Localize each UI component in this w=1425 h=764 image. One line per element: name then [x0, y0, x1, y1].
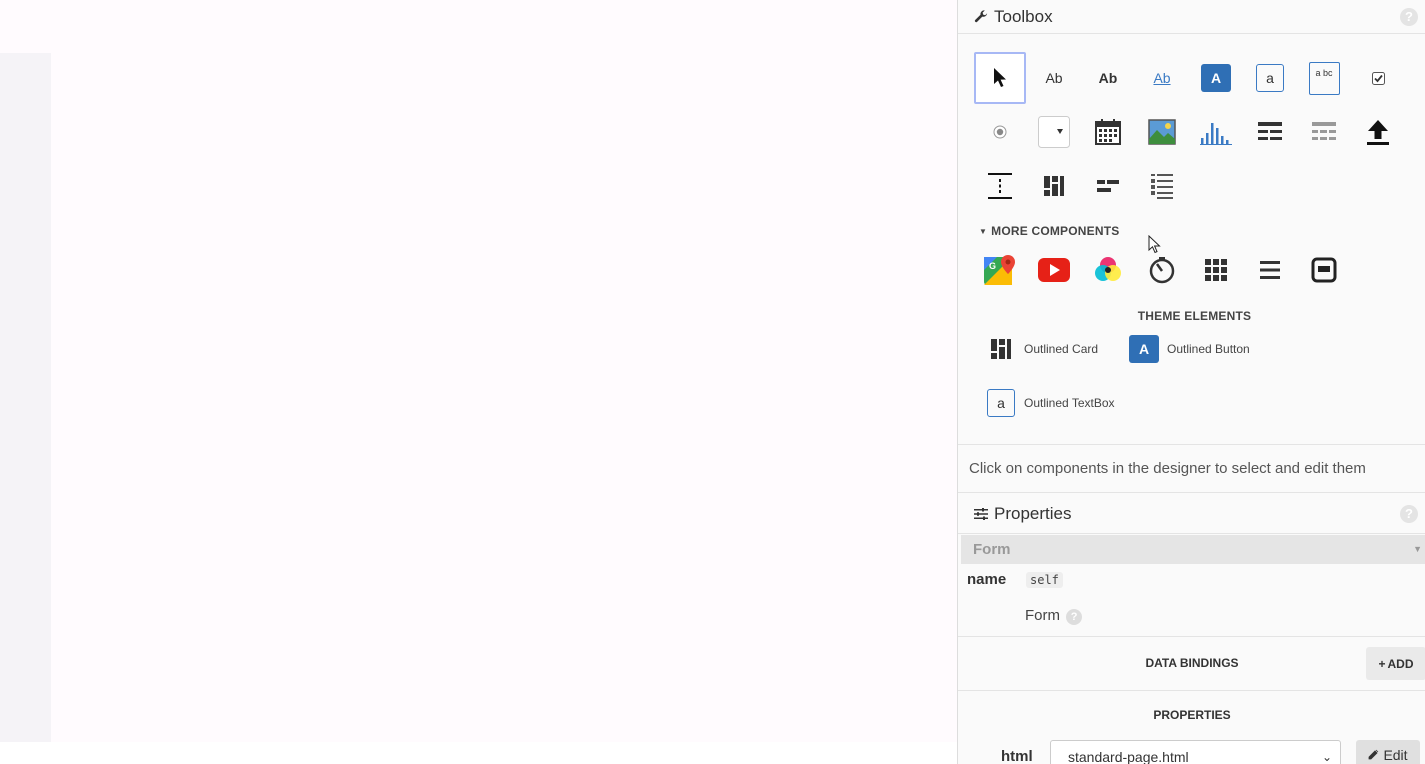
theme-outlined-textbox[interactable]: a Outlined TextBox: [986, 388, 1115, 418]
data-grid-tool-icon[interactable]: [1244, 106, 1296, 158]
toolbox-title: Toolbox: [994, 6, 1053, 26]
more-components-toggle[interactable]: ▼ MORE COMPONENTS: [979, 224, 1119, 238]
theme-outlined-button[interactable]: A Outlined Button: [1129, 334, 1250, 364]
divider: [958, 636, 1425, 637]
canvas-gutter: [0, 53, 51, 742]
textarea-tool-icon[interactable]: a bc: [1298, 52, 1350, 104]
button-tool-icon[interactable]: A: [1190, 52, 1242, 104]
grid-panel-icon[interactable]: [1190, 244, 1242, 296]
properties-help-icon[interactable]: ?: [1400, 504, 1418, 523]
chevron-down-icon: ⌄: [1321, 750, 1332, 764]
pencil-icon: [1368, 747, 1379, 763]
outlined-card-icon: [986, 334, 1016, 364]
properties-header: Properties ?: [958, 494, 1425, 534]
plus-icon: +: [1378, 656, 1386, 671]
divider: [958, 690, 1425, 691]
color-picker-icon[interactable]: [1082, 244, 1134, 296]
html-label: html: [1001, 748, 1033, 764]
data-bindings-label: DATA BINDINGS: [1145, 656, 1239, 670]
component-type: Form ?: [1025, 607, 1083, 625]
column-panel-icon[interactable]: [1244, 244, 1296, 296]
link-tool-icon[interactable]: Ab: [1136, 52, 1188, 104]
mouse-cursor-icon: [1148, 234, 1162, 255]
label-tool-icon[interactable]: Ab: [1028, 52, 1080, 104]
name-label: name: [967, 571, 1007, 588]
canvas-bottom-strip: [0, 742, 957, 764]
repeating-panel-tool-icon[interactable]: [1136, 160, 1188, 212]
component-selector[interactable]: Form ▼: [961, 535, 1425, 564]
sliders-icon: [974, 507, 988, 520]
checkbox-tool-icon[interactable]: [1352, 52, 1404, 104]
spacer-tool-icon[interactable]: [974, 160, 1026, 212]
chevron-down-icon: ▼: [1413, 544, 1422, 554]
right-panel: Toolbox ? Ab Ab Ab A a a bc ▼ MORE COMPO…: [957, 0, 1425, 764]
toolbox-hint: Click on components in the designer to s…: [958, 444, 1425, 493]
toolbox-help-icon[interactable]: ?: [1400, 7, 1418, 26]
html-select[interactable]: standard-page.html ⌄: [1050, 740, 1341, 764]
design-canvas[interactable]: [0, 0, 957, 764]
image-tool-icon[interactable]: [1136, 106, 1188, 158]
svg-text:G: G: [989, 261, 996, 271]
plot-tool-icon[interactable]: [1190, 106, 1242, 158]
wrench-icon: [974, 9, 988, 24]
dropdown-tool-icon[interactable]: [1028, 106, 1080, 158]
add-binding-button[interactable]: + ADD: [1366, 647, 1425, 680]
outlined-textbox-icon: a: [986, 388, 1016, 418]
bold-label-tool-icon[interactable]: Ab: [1082, 52, 1134, 104]
theme-elements-label: THEME ELEMENTS: [1137, 309, 1252, 323]
youtube-icon[interactable]: [1028, 244, 1080, 296]
theme-outlined-card[interactable]: Outlined Card: [986, 334, 1098, 364]
google-map-icon[interactable]: G: [974, 244, 1026, 296]
data-grid-2-tool-icon[interactable]: [1298, 106, 1350, 158]
outlined-button-icon: A: [1129, 334, 1159, 364]
linear-panel-icon[interactable]: [1298, 244, 1350, 296]
flow-panel-tool-icon[interactable]: [1082, 160, 1134, 212]
card-tool-icon[interactable]: [1028, 160, 1080, 212]
properties-section-label: PROPERTIES: [1153, 708, 1231, 722]
type-help-icon[interactable]: ?: [1066, 609, 1083, 625]
caret-down-icon: ▼: [979, 227, 988, 236]
textbox-tool-icon[interactable]: a: [1244, 52, 1296, 104]
edit-html-button[interactable]: Edit: [1356, 740, 1420, 764]
properties-title: Properties: [994, 503, 1072, 523]
name-value[interactable]: self: [1026, 571, 1063, 588]
pointer-tool-icon[interactable]: [974, 52, 1026, 104]
radio-tool-icon[interactable]: [974, 106, 1026, 158]
file-loader-tool-icon[interactable]: [1352, 106, 1404, 158]
toolbox-header: Toolbox ?: [958, 0, 1425, 34]
datepicker-tool-icon[interactable]: [1082, 106, 1134, 158]
timer-icon[interactable]: [1136, 244, 1188, 296]
